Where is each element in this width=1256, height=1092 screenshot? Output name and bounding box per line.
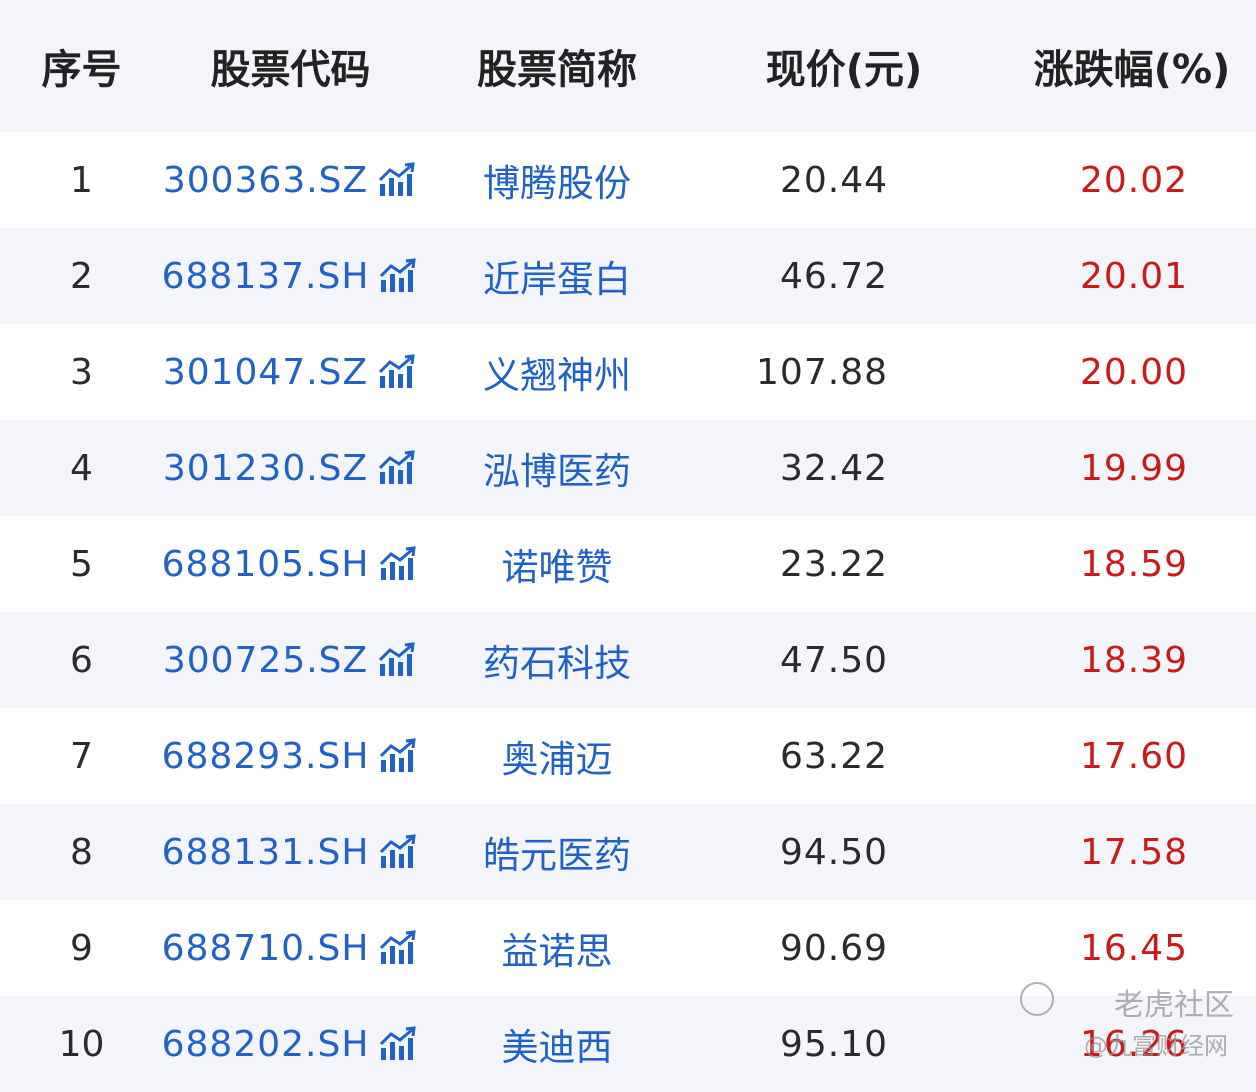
stock-code-text[interactable]: 301047.SZ — [163, 352, 368, 393]
stock-price: 47.50 — [779, 639, 888, 681]
watermark-logo-icon — [1020, 982, 1054, 1016]
watermark-line2: @九富财经网 — [1084, 1032, 1228, 1060]
stock-code-text[interactable]: 688202.SH — [162, 1024, 370, 1065]
watermark-line1: 老虎社区 — [1114, 988, 1234, 1023]
stock-code-text[interactable]: 301230.SZ — [163, 448, 368, 489]
stock-name-link[interactable]: 奥浦迈 — [418, 708, 696, 804]
stock-code-text[interactable]: 688710.SH — [162, 928, 370, 969]
stock-price: 63.22 — [779, 735, 888, 777]
stock-name-link[interactable]: 药石科技 — [418, 612, 696, 708]
trend-chart-icon[interactable] — [379, 546, 419, 582]
stock-code-link[interactable]: 688137.SH — [162, 228, 419, 324]
trend-chart-icon[interactable] — [379, 930, 419, 966]
table-header: 序号 股票代码 股票简称 现价(元) 涨跌幅(%) — [0, 0, 1256, 132]
table-row[interactable]: 6 300725.SZ 药石科技 47.50 18.39 — [0, 612, 1256, 708]
stock-code-link[interactable]: 688105.SH — [162, 516, 419, 612]
stock-code-link[interactable]: 301230.SZ — [163, 420, 418, 516]
stock-code-link[interactable]: 688293.SH — [162, 708, 419, 804]
header-price: 现价(元) — [765, 47, 923, 93]
header-index: 序号 — [41, 47, 122, 93]
stock-change: 20.01 — [1079, 255, 1188, 297]
stock-price: 32.42 — [779, 447, 888, 489]
trend-chart-icon[interactable] — [378, 354, 418, 390]
trend-chart-icon[interactable] — [379, 258, 419, 294]
row-index: 2 — [70, 255, 93, 297]
stock-code-text[interactable]: 688137.SH — [162, 256, 370, 297]
trend-chart-icon[interactable] — [379, 834, 419, 870]
header-code: 股票代码 — [210, 47, 371, 93]
stock-change: 17.60 — [1079, 735, 1188, 777]
trend-chart-icon[interactable] — [379, 738, 419, 774]
stock-code-text[interactable]: 300363.SZ — [163, 160, 368, 201]
trend-chart-icon[interactable] — [378, 642, 418, 678]
row-index: 10 — [58, 1023, 105, 1065]
row-index: 8 — [70, 831, 93, 873]
stock-name-link[interactable]: 诺唯赞 — [418, 516, 696, 612]
row-index: 4 — [70, 447, 93, 489]
stock-code-text[interactable]: 688293.SH — [162, 736, 370, 777]
row-index: 1 — [70, 159, 93, 201]
stock-code-link[interactable]: 300363.SZ — [163, 132, 418, 228]
stock-price: 20.44 — [779, 159, 888, 201]
header-change: 涨跌幅(%) — [1033, 47, 1231, 93]
table-row[interactable]: 8 688131.SH 皓元医药 94.50 17.58 — [0, 804, 1256, 900]
stock-change: 19.99 — [1079, 447, 1188, 489]
table-row[interactable]: 2 688137.SH 近岸蛋白 46.72 20.01 — [0, 228, 1256, 324]
stock-code-text[interactable]: 688131.SH — [162, 832, 370, 873]
trend-chart-icon[interactable] — [379, 1026, 419, 1062]
stock-code-link[interactable]: 688202.SH — [162, 996, 419, 1092]
header-name: 股票简称 — [477, 47, 637, 93]
stock-code-link[interactable]: 688131.SH — [162, 804, 419, 900]
stock-change: 18.59 — [1079, 543, 1188, 585]
table-row[interactable]: 1 300363.SZ 博腾股份 20.44 20.02 — [0, 132, 1256, 228]
row-index: 5 — [70, 543, 93, 585]
stock-name-link[interactable]: 益诺思 — [418, 900, 696, 996]
stock-name-link[interactable]: 美迪西 — [418, 996, 696, 1092]
watermark: 老虎社区 @九富财经网 — [1020, 980, 1234, 1068]
stock-code-link[interactable]: 688710.SH — [162, 900, 419, 996]
stock-change: 17.58 — [1079, 831, 1188, 873]
stock-code-link[interactable]: 300725.SZ — [163, 612, 418, 708]
table-row[interactable]: 7 688293.SH 奥浦迈 63.22 17.60 — [0, 708, 1256, 804]
stock-price: 90.69 — [779, 927, 888, 969]
stock-change: 18.39 — [1079, 639, 1188, 681]
stock-price: 94.50 — [779, 831, 888, 873]
row-index: 7 — [70, 735, 93, 777]
stock-change: 20.00 — [1079, 351, 1188, 393]
stock-name-link[interactable]: 博腾股份 — [418, 132, 696, 228]
table-row[interactable]: 4 301230.SZ 泓博医药 32.42 19.99 — [0, 420, 1256, 516]
row-index: 3 — [70, 351, 93, 393]
stock-change: 20.02 — [1079, 159, 1188, 201]
row-index: 6 — [70, 639, 93, 681]
stock-code-text[interactable]: 688105.SH — [162, 544, 370, 585]
stock-price: 107.88 — [756, 351, 888, 393]
table-row[interactable]: 5 688105.SH 诺唯赞 23.22 18.59 — [0, 516, 1256, 612]
stock-price: 46.72 — [779, 255, 888, 297]
trend-chart-icon[interactable] — [378, 162, 418, 198]
stock-code-text[interactable]: 300725.SZ — [163, 640, 368, 681]
stock-name-link[interactable]: 皓元医药 — [418, 804, 696, 900]
trend-chart-icon[interactable] — [378, 450, 418, 486]
stock-name-link[interactable]: 近岸蛋白 — [418, 228, 696, 324]
stock-name-link[interactable]: 义翘神州 — [418, 324, 696, 420]
row-index: 9 — [70, 927, 93, 969]
stock-price: 23.22 — [779, 543, 888, 585]
stock-name-link[interactable]: 泓博医药 — [418, 420, 696, 516]
table-row[interactable]: 3 301047.SZ 义翘神州 107.88 20.00 — [0, 324, 1256, 420]
stock-code-link[interactable]: 301047.SZ — [163, 324, 418, 420]
stock-price: 95.10 — [779, 1023, 888, 1065]
